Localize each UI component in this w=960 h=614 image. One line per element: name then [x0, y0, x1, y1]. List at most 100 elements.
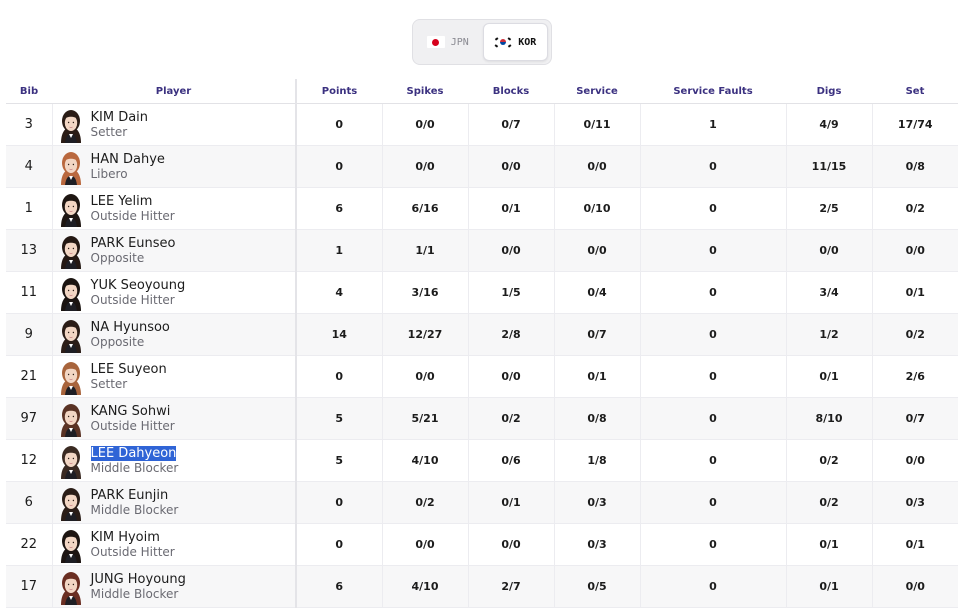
player-info: NA Hyunsoo Opposite [53, 317, 296, 353]
player-position: Opposite [90, 334, 145, 349]
spikes-cell: 0/0 [382, 103, 469, 146]
table-row[interactable]: 17 JUNG Hoyoung Middle Blocker 6 4/10 2/7 0/5 0… [6, 565, 958, 608]
table-body: 3 KIM Dain Setter 0 0/0 0/7 0/11 1 4/9 17/74 4 HAN … [6, 103, 958, 608]
service-cell: 1/8 [554, 439, 641, 482]
spikes-cell: 6/16 [382, 187, 469, 230]
player-name[interactable]: PARK Eunseo [91, 236, 176, 251]
bib-number: 17 [6, 565, 53, 608]
player-name[interactable]: LEE Dahyeon [90, 445, 177, 461]
set-cell: 0/8 [872, 145, 958, 188]
service-faults-cell: 0 [640, 313, 787, 356]
bib-number: 12 [6, 439, 53, 482]
table-header-row: Bib Player Points Spikes Blocks Service … [6, 79, 958, 104]
digs-cell: 11/15 [786, 145, 873, 188]
points-cell: 14 [296, 313, 383, 356]
digs-cell: 0/2 [786, 439, 873, 482]
player-info: LEE Suyeon Setter [53, 359, 296, 395]
player-cell: LEE Yelim Outside Hitter [52, 187, 297, 230]
set-cell: 0/7 [872, 397, 958, 440]
points-cell: 0 [296, 523, 383, 566]
blocks-cell: 0/6 [468, 439, 555, 482]
player-name[interactable]: PARK Eunjin [91, 488, 179, 503]
digs-cell: 8/10 [786, 397, 873, 440]
set-cell: 0/0 [872, 439, 958, 482]
player-name[interactable]: KIM Hyoim [91, 530, 175, 545]
spikes-cell: 3/16 [382, 271, 469, 314]
blocks-cell: 0/0 [468, 523, 555, 566]
service-faults-cell: 0 [640, 271, 787, 314]
table-row[interactable]: 1 LEE Yelim Outside Hitter 6 6/16 0/1 0/10 0 2/5… [6, 187, 958, 230]
table-row[interactable]: 12 LEE Dahyeon Middle Blocker 5 4/10 0/6 1/8 0 0… [6, 439, 958, 482]
blocks-cell: 0/0 [468, 355, 555, 398]
spikes-cell: 0/2 [382, 481, 469, 524]
team-tab-kor[interactable]: KOR [482, 23, 548, 61]
table-row[interactable]: 22 KIM Hyoim Outside Hitter 0 0/0 0/0 0/3 0 0/1 0… [6, 523, 958, 566]
bib-number: 21 [6, 355, 53, 398]
table-row[interactable]: 21 LEE Suyeon Setter 0 0/0 0/0 0/1 0 0/1 2/6 [6, 355, 958, 398]
team-code-kor: KOR [518, 36, 537, 48]
player-cell: LEE Suyeon Setter [52, 355, 297, 398]
service-cell: 0/3 [554, 481, 641, 524]
set-cell: 0/1 [872, 523, 958, 566]
player-name[interactable]: KANG Sohwi [91, 404, 175, 419]
player-name[interactable]: JUNG Hoyoung [91, 572, 186, 587]
player-cell: LEE Dahyeon Middle Blocker [52, 439, 297, 482]
player-avatar [60, 193, 81, 227]
player-avatar [60, 529, 81, 563]
player-avatar [60, 151, 81, 185]
player-name[interactable]: KIM Dain [91, 110, 149, 125]
player-name[interactable]: YUK Seoyoung [91, 278, 186, 293]
player-name[interactable]: HAN Dahye [91, 152, 165, 167]
player-avatar [60, 109, 81, 143]
player-info: JUNG Hoyoung Middle Blocker [53, 569, 296, 605]
set-cell: 0/0 [872, 229, 958, 272]
spikes-cell: 0/0 [382, 355, 469, 398]
digs-cell: 0/0 [786, 229, 873, 272]
player-position: Outside Hitter [90, 418, 175, 433]
spikes-cell: 0/0 [382, 523, 469, 566]
table-row[interactable]: 6 PARK Eunjin Middle Blocker 0 0/2 0/1 0/3 0 0/2… [6, 481, 958, 524]
japan-flag-icon [426, 36, 445, 48]
team-tab-jpn[interactable]: JPN [416, 23, 480, 61]
korea-flag-icon [494, 36, 513, 48]
service-cell: 0/7 [554, 313, 641, 356]
player-text: PARK Eunjin Middle Blocker [91, 488, 179, 518]
table-row[interactable]: 13 PARK Eunseo Opposite 1 1/1 0/0 0/0 0 0/0 0/0 [6, 229, 958, 272]
player-cell: HAN Dahye Libero [52, 145, 297, 188]
column-header-service[interactable]: Service [554, 79, 640, 104]
column-header-service-faults[interactable]: Service Faults [640, 79, 786, 104]
points-cell: 4 [296, 271, 383, 314]
player-info: PARK Eunjin Middle Blocker [53, 485, 296, 521]
player-name[interactable]: LEE Suyeon [91, 362, 167, 377]
player-name[interactable]: NA Hyunsoo [91, 320, 170, 335]
bib-number: 3 [6, 103, 53, 146]
column-header-player[interactable]: Player [52, 79, 297, 104]
player-text: LEE Suyeon Setter [91, 362, 167, 392]
digs-cell: 1/2 [786, 313, 873, 356]
table-row[interactable]: 11 YUK Seoyoung Outside Hitter 4 3/16 1/5 0/4 0… [6, 271, 958, 314]
digs-cell: 0/2 [786, 481, 873, 524]
spikes-cell: 4/10 [382, 565, 469, 608]
points-cell: 5 [296, 439, 383, 482]
column-header-set[interactable]: Set [872, 79, 958, 104]
blocks-cell: 2/8 [468, 313, 555, 356]
player-cell: PARK Eunseo Opposite [52, 229, 297, 272]
blocks-cell: 0/7 [468, 103, 555, 146]
table-row[interactable]: 4 HAN Dahye Libero 0 0/0 0/0 0/0 0 11/15 0/8 [6, 145, 958, 188]
player-info: KANG Sohwi Outside Hitter [53, 401, 296, 437]
digs-cell: 3/4 [786, 271, 873, 314]
service-cell: 0/4 [554, 271, 641, 314]
spikes-cell: 5/21 [382, 397, 469, 440]
player-name[interactable]: LEE Yelim [91, 194, 175, 209]
column-header-points[interactable]: Points [296, 79, 382, 104]
table-row[interactable]: 3 KIM Dain Setter 0 0/0 0/7 0/11 1 4/9 17/74 [6, 103, 958, 146]
table-row[interactable]: 9 NA Hyunsoo Opposite 14 12/27 2/8 0/7 0 1/2 0/2 [6, 313, 958, 356]
column-header-digs[interactable]: Digs [786, 79, 872, 104]
column-header-bib[interactable]: Bib [6, 79, 52, 104]
column-header-spikes[interactable]: Spikes [382, 79, 468, 104]
player-text: KANG Sohwi Outside Hitter [91, 404, 175, 434]
table-row[interactable]: 97 KANG Sohwi Outside Hitter 5 5/21 0/2 0/8 0 8/… [6, 397, 958, 440]
bib-number: 1 [6, 187, 53, 230]
column-header-blocks[interactable]: Blocks [468, 79, 554, 104]
bib-number: 6 [6, 481, 53, 524]
